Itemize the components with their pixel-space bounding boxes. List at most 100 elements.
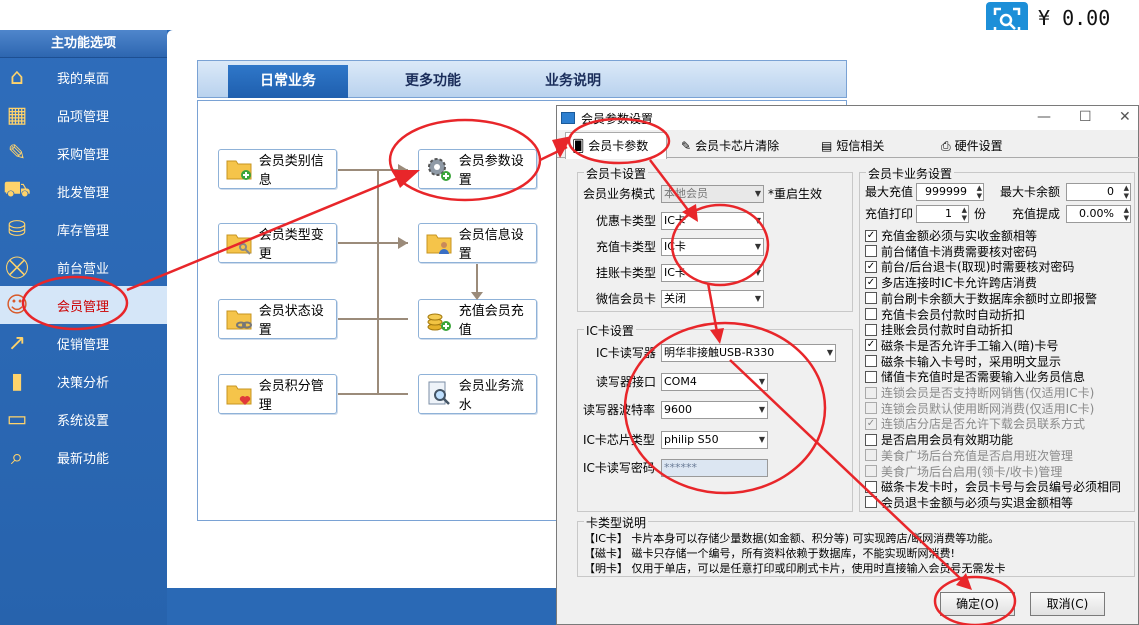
- promotion-icon: ↗: [7, 330, 27, 356]
- option-checkbox[interactable]: 挂账会员付款时自动折扣: [865, 321, 1013, 338]
- sidebar-item[interactable]: ▭ 系统设置: [0, 400, 167, 438]
- print-copies-stepper[interactable]: 1 ▲ ▼: [916, 205, 969, 223]
- checkbox-icon[interactable]: [865, 480, 877, 493]
- option-checkbox[interactable]: 磁条卡输入卡号时，采用明文显示: [865, 353, 1061, 370]
- chevron-down-icon: ▼: [754, 216, 761, 225]
- member-info-button[interactable]: 会员信息设置: [418, 223, 537, 263]
- checkmark-icon[interactable]: ✓: [865, 417, 877, 430]
- commission-label: 充值提成: [1012, 207, 1061, 221]
- max-recharge-label: 最大充值: [865, 185, 914, 199]
- member-type-change-button[interactable]: 会员类型变更: [218, 223, 337, 263]
- chevron-down-icon: ▼: [758, 377, 765, 386]
- sidebar-item[interactable]: ☺ 会员管理: [0, 286, 167, 324]
- checkmark-icon[interactable]: ✓: [865, 260, 877, 273]
- sidebar-title: 主功能选项: [0, 30, 167, 58]
- member-params-button[interactable]: 会员参数设置: [418, 149, 537, 189]
- sidebar-item[interactable]: ✎ 采购管理: [0, 134, 167, 172]
- wechat-card-select[interactable]: 关闭 ▼: [661, 290, 764, 308]
- member-recharge-button[interactable]: 充值会员充值: [418, 299, 537, 339]
- option-checkbox[interactable]: 美食广场后台充值是否启用班次管理: [865, 447, 1073, 464]
- tab-more-functions[interactable]: 更多功能: [373, 65, 493, 98]
- sidebar-item[interactable]: ↗ 促销管理: [0, 324, 167, 362]
- balance-display: ¥ 0.00: [1038, 6, 1111, 30]
- member-status-button[interactable]: 会员状态设置: [218, 299, 337, 339]
- checkbox-icon[interactable]: [865, 355, 877, 368]
- sidebar-item[interactable]: ⛒ 前台营业: [0, 248, 167, 286]
- option-checkbox[interactable]: 前台刷卡余额大于数据库余额时立即报警: [865, 290, 1097, 307]
- member-points-button[interactable]: 会员积分管理: [218, 374, 337, 414]
- tab-hardware[interactable]: ⎙ 硬件设置: [935, 134, 1025, 158]
- max-balance-stepper[interactable]: 0 ▲ ▼: [1066, 183, 1131, 201]
- tab-sms[interactable]: ▤ 短信相关: [815, 134, 905, 158]
- option-checkbox[interactable]: ✓ 多店连接时IC卡允许跨店消费: [865, 274, 1037, 291]
- option-checkbox[interactable]: ✓ 前台/后台退卡(取现)时需要核对密码: [865, 258, 1074, 275]
- sidebar-item[interactable]: ⌕ 最新功能: [0, 438, 167, 476]
- checkbox-icon[interactable]: [865, 386, 877, 399]
- max-recharge-stepper[interactable]: 999999 ▲ ▼: [916, 183, 984, 201]
- sidebar-item[interactable]: ⌂ 我的桌面: [0, 58, 167, 96]
- option-checkbox[interactable]: 磁条卡发卡时，会员卡号与会员编号必须相同: [865, 478, 1121, 495]
- ic-reader-select[interactable]: 明华非接触USB-R330 ▼: [661, 344, 836, 362]
- password-field[interactable]: ******: [661, 459, 768, 477]
- option-checkbox[interactable]: ✓ 磁条卡是否允许手工输入(暗)卡号: [865, 337, 1058, 354]
- commission-stepper[interactable]: 0.00% ▲ ▼: [1066, 205, 1131, 223]
- checkmark-icon[interactable]: ✓: [865, 339, 877, 352]
- tab-business-help[interactable]: 业务说明: [513, 65, 633, 98]
- mode-select[interactable]: 本地会员 ▼: [661, 185, 764, 203]
- sidebar-item[interactable]: ⛟ 批发管理: [0, 172, 167, 210]
- sidebar-item-label: 品项管理: [57, 109, 110, 125]
- sidebar-item-label: 采购管理: [57, 147, 110, 163]
- sidebar-item[interactable]: ▦ 品项管理: [0, 96, 167, 134]
- option-checkbox[interactable]: 连锁会员默认使用断网消费(仅适用IC卡): [865, 400, 1094, 417]
- card-icon: 🂠: [572, 139, 585, 153]
- option-checkbox[interactable]: 储值卡充值时是否需要输入业务员信息: [865, 368, 1085, 385]
- checkbox-icon[interactable]: [865, 370, 877, 383]
- minimize-button[interactable]: —: [1037, 109, 1051, 125]
- checkmark-icon[interactable]: ✓: [865, 276, 877, 289]
- port-select[interactable]: COM4 ▼: [661, 373, 768, 391]
- checkbox-icon[interactable]: [865, 465, 877, 477]
- tab-chip-clear[interactable]: ✎ 会员卡芯片清除: [675, 134, 795, 158]
- checkbox-icon[interactable]: [865, 245, 877, 258]
- checkbox-icon[interactable]: [865, 496, 877, 509]
- connector: [378, 393, 408, 395]
- option-checkbox[interactable]: ✓ 连锁店分店是否允许下载会员联系方式: [865, 415, 1085, 432]
- sidebar-item[interactable]: ⛁ 库存管理: [0, 210, 167, 248]
- option-checkbox-label: 充值金额必须与实收金额相等: [881, 229, 1038, 243]
- checkbox-icon[interactable]: [865, 449, 877, 462]
- chip-select[interactable]: philip S50 ▼: [661, 431, 768, 449]
- checkbox-icon[interactable]: [865, 292, 877, 305]
- checkbox-icon[interactable]: [865, 433, 877, 446]
- option-checkbox[interactable]: 连锁会员是否支持断网销售(仅适用IC卡): [865, 384, 1094, 401]
- option-checkbox[interactable]: 充值卡会员付款时自动折扣: [865, 306, 1025, 323]
- close-button[interactable]: ✕: [1119, 109, 1131, 125]
- option-checkbox[interactable]: 是否启用会员有效期功能: [865, 431, 1013, 448]
- discount-card-select[interactable]: IC卡 ▼: [661, 212, 764, 230]
- baud-select[interactable]: 9600 ▼: [661, 401, 768, 419]
- tab-daily-business[interactable]: 日常业务: [228, 65, 348, 98]
- member-transactions-button[interactable]: 会员业务流水: [418, 374, 537, 414]
- chevron-down-icon: ▼: [754, 189, 761, 198]
- recharge-card-select[interactable]: IC卡 ▼: [661, 238, 764, 256]
- sidebar-item-label: 会员管理: [57, 299, 110, 315]
- member-category-button[interactable]: 会员类别信息: [218, 149, 337, 189]
- option-checkbox-label: 连锁店分店是否允许下载会员联系方式: [881, 417, 1086, 432]
- sidebar-item-label: 系统设置: [57, 413, 110, 429]
- ok-button[interactable]: 确定(O): [940, 592, 1015, 616]
- maximize-button[interactable]: ☐: [1079, 109, 1092, 125]
- option-checkbox[interactable]: 前台储值卡消费需要核对密码: [865, 243, 1037, 260]
- option-checkbox[interactable]: ✓ 充值金额必须与实收金额相等: [865, 227, 1037, 244]
- option-checkbox[interactable]: 美食广场后台启用(领卡/收卡)管理: [865, 463, 1062, 480]
- sidebar-item[interactable]: ▮ 决策分析: [0, 362, 167, 400]
- cancel-button[interactable]: 取消(C): [1030, 592, 1105, 616]
- printer-icon: ⎙: [941, 139, 951, 153]
- checkmark-icon[interactable]: ✓: [865, 229, 877, 242]
- checkbox-icon[interactable]: [865, 402, 877, 415]
- checkbox-icon[interactable]: [865, 308, 877, 320]
- credit-card-select[interactable]: IC卡 ▼: [661, 264, 764, 282]
- checkbox-icon[interactable]: [865, 323, 877, 336]
- chevron-down-icon: ▼: [754, 268, 761, 277]
- option-checkbox-label: 挂账会员付款时自动折扣: [881, 323, 1014, 338]
- option-checkbox[interactable]: 会员退卡金额与必须与实退金额相等: [865, 494, 1073, 511]
- tab-card-params[interactable]: 🂠 会员卡参数: [565, 132, 667, 159]
